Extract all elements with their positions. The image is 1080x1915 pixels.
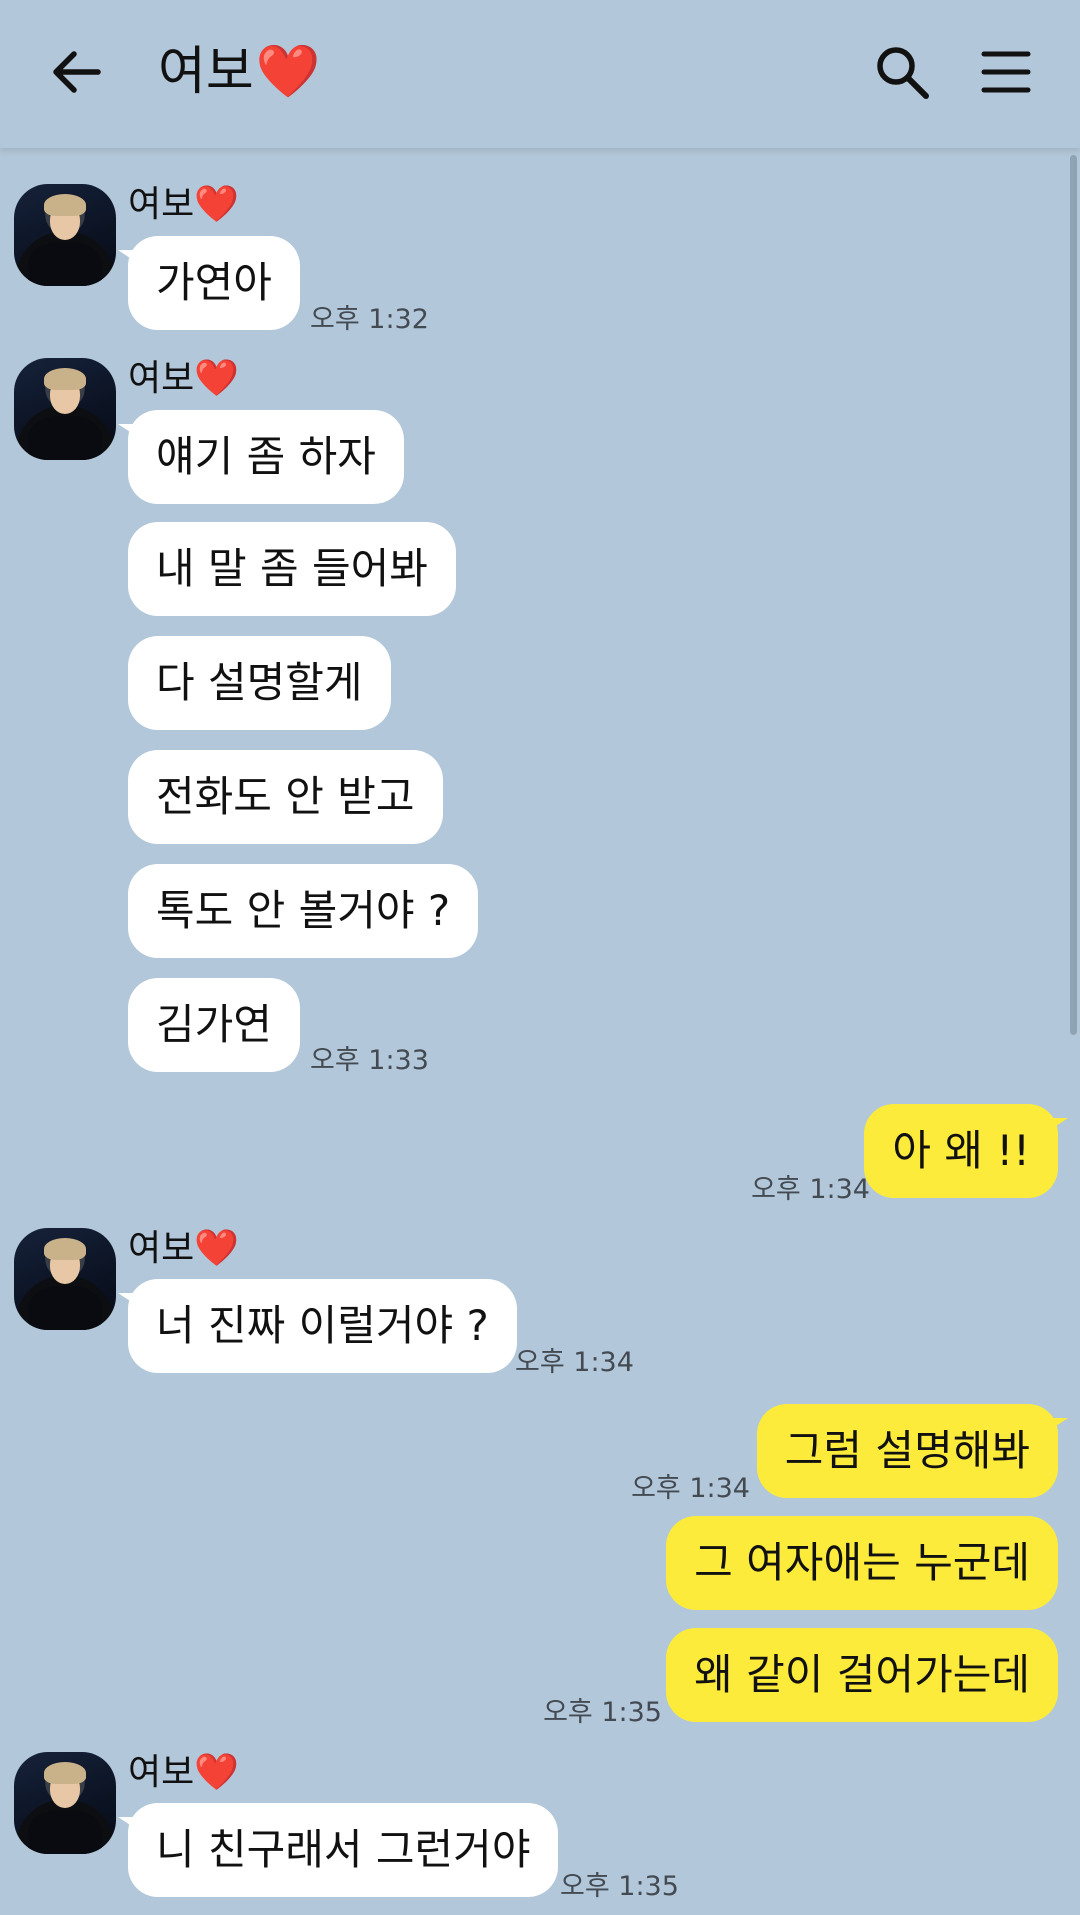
- search-icon[interactable]: [872, 42, 932, 102]
- chat-title-text: 여보: [158, 42, 254, 102]
- scrollbar[interactable]: [1070, 155, 1077, 1035]
- back-arrow-icon[interactable]: [46, 40, 110, 104]
- hamburger-menu-icon[interactable]: [980, 46, 1032, 98]
- message-bubble-incoming[interactable]: 다 설명할게: [128, 636, 391, 730]
- message-bubble-outgoing[interactable]: 그 여자애는 누군데: [666, 1516, 1058, 1610]
- message-bubble-incoming[interactable]: 가연아: [118, 236, 300, 330]
- message-bubble-incoming[interactable]: 너 진짜 이럴거야 ?: [118, 1279, 517, 1373]
- message-bubble-incoming[interactable]: 김가연: [128, 978, 300, 1072]
- message-time: 오후 1:35: [543, 1697, 662, 1728]
- avatar[interactable]: [14, 1228, 116, 1330]
- message-time: 오후 1:35: [560, 1871, 679, 1902]
- message-bubble-outgoing[interactable]: 그럼 설명해봐: [756, 1404, 1069, 1498]
- message-time: 오후 1:34: [751, 1174, 870, 1205]
- message-bubble-incoming[interactable]: 내 말 좀 들어봐: [128, 522, 456, 616]
- message-bubble-incoming[interactable]: 니 친구래서 그런거야: [117, 1803, 559, 1897]
- avatar[interactable]: [14, 358, 116, 460]
- chat-title: 여보 ❤️: [158, 40, 320, 104]
- avatar[interactable]: [14, 184, 116, 286]
- message-time: 오후 1:33: [310, 1045, 429, 1076]
- sender-name: 여보❤️: [128, 1228, 240, 1269]
- message-time: 오후 1:34: [631, 1473, 750, 1504]
- chat-screen: 여보 ❤️ 여보❤️ 가연아 오후 1:32 여보❤️ 얘기 좀 하자 내 말 좀…: [0, 0, 1080, 1915]
- sender-name: 여보❤️: [128, 184, 240, 225]
- chat-header: 여보 ❤️: [0, 0, 1080, 148]
- message-time: 오후 1:32: [310, 304, 429, 335]
- message-bubble-incoming[interactable]: 전화도 안 받고: [128, 750, 443, 844]
- message-bubble-incoming[interactable]: 얘기 좀 하자: [118, 410, 404, 504]
- sender-name: 여보❤️: [128, 1752, 240, 1793]
- avatar[interactable]: [14, 1752, 116, 1854]
- message-bubble-incoming[interactable]: 톡도 안 볼거야 ?: [128, 864, 479, 958]
- heart-emoji: ❤️: [255, 42, 321, 102]
- message-bubble-outgoing[interactable]: 아 왜 !!: [864, 1104, 1068, 1198]
- sender-name: 여보❤️: [128, 358, 240, 399]
- message-bubble-outgoing[interactable]: 왜 같이 걸어가는데: [666, 1628, 1058, 1722]
- message-time: 오후 1:34: [515, 1347, 634, 1378]
